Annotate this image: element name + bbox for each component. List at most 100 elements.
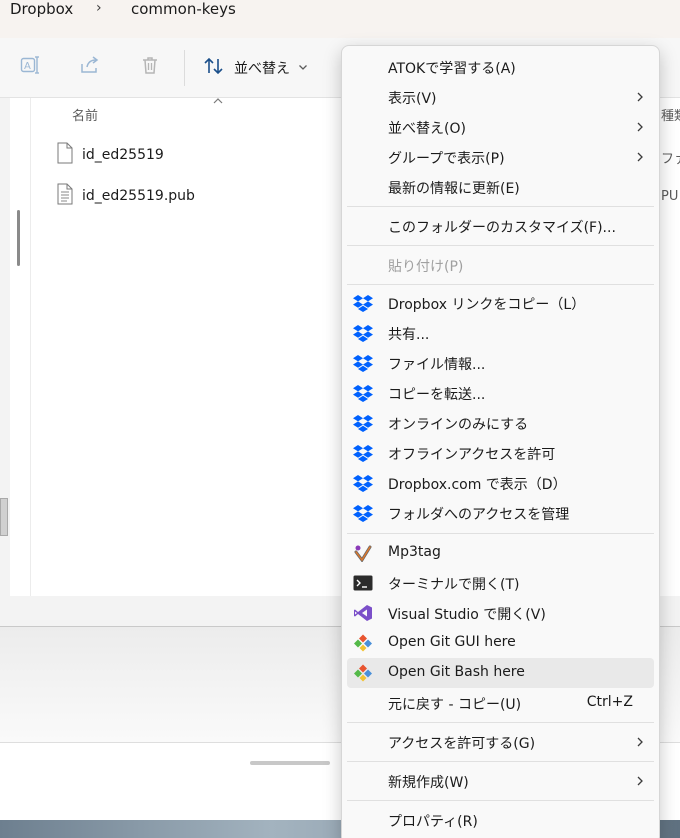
menu-item-shortcut: Ctrl+Z [586, 694, 633, 710]
file-icon [56, 142, 74, 168]
menu-separator [347, 800, 654, 801]
mp3tag-icon [353, 544, 373, 562]
file-name: id_ed25519.pub [82, 188, 195, 204]
git-icon [353, 664, 373, 682]
breadcrumb: Dropbox › common-keys [0, 0, 680, 38]
share-button[interactable] [73, 50, 107, 84]
menu-separator [347, 722, 654, 723]
menu-item-group-by[interactable]: グループで表示(P) [347, 142, 654, 172]
menu-item-dropbox-online-only[interactable]: オンラインのみにする [347, 408, 654, 438]
menu-item-label: アクセスを許可する(G) [388, 736, 536, 752]
breadcrumb-separator: › [96, 0, 102, 16]
menu-item-label: Dropbox リンクをコピー（L） [388, 297, 586, 313]
file-type-cell: PU [661, 189, 679, 204]
menu-item-git-bash[interactable]: Open Git Bash here [347, 658, 654, 688]
dropbox-icon [353, 474, 373, 492]
text-file-icon [56, 183, 74, 209]
menu-item-label: フォルダへのアクセスを管理 [388, 507, 570, 523]
menu-item-sort[interactable]: 並べ替え(O) [347, 112, 654, 142]
menu-item-label: Visual Studio で開く(V) [388, 607, 546, 623]
delete-button[interactable] [133, 50, 167, 84]
menu-item-dropbox-share[interactable]: 共有... [347, 318, 654, 348]
menu-item-dropbox-manage-access[interactable]: フォルダへのアクセスを管理 [347, 498, 654, 528]
menu-item-dropbox-offline-access[interactable]: オフラインアクセスを許可 [347, 438, 654, 468]
menu-separator [347, 284, 654, 285]
chevron-right-icon [636, 736, 644, 752]
menu-item-customize-folder[interactable]: このフォルダーのカスタマイズ(F)... [347, 211, 654, 241]
svg-text:A: A [24, 61, 31, 72]
menu-item-label: Open Git Bash here [388, 664, 525, 680]
menu-item-label: ATOKで学習する(A) [388, 61, 516, 77]
context-menu: ATOKで学習する(A) 表示(V) 並べ替え(O) グループで表示(P) 最新… [341, 45, 660, 838]
navigation-scrollbar[interactable] [17, 210, 20, 266]
file-row[interactable]: id_ed25519.pub [56, 183, 195, 209]
menu-item-atok-learn[interactable]: ATOKで学習する(A) [347, 52, 654, 82]
menu-item-label: このフォルダーのカスタマイズ(F)... [388, 220, 616, 236]
menu-item-label: 共有... [388, 327, 430, 343]
file-row[interactable]: id_ed25519 [56, 142, 164, 168]
menu-item-dropbox-transfer[interactable]: コピーを転送... [347, 378, 654, 408]
menu-item-label: 最新の情報に更新(E) [388, 181, 520, 197]
dropbox-icon [353, 504, 373, 522]
menu-separator [347, 245, 654, 246]
menu-item-label: 表示(V) [388, 91, 437, 107]
menu-item-label: オンラインのみにする [388, 417, 529, 433]
rename-button[interactable]: A [14, 50, 48, 84]
sort-ascending-icon [212, 94, 224, 109]
menu-item-label: コピーを転送... [388, 387, 486, 403]
column-header-name[interactable]: 名前 [72, 105, 98, 124]
menu-separator [347, 761, 654, 762]
menu-item-open-visual-studio[interactable]: Visual Studio で開く(V) [347, 598, 654, 628]
menu-item-undo-copy[interactable]: 元に戻す - コピー(U) Ctrl+Z [347, 688, 654, 718]
menu-item-refresh[interactable]: 最新の情報に更新(E) [347, 172, 654, 202]
dropbox-icon [353, 354, 373, 372]
menu-item-paste: 貼り付け(P) [347, 250, 654, 280]
menu-item-dropbox-copy-link[interactable]: Dropbox リンクをコピー（L） [347, 288, 654, 318]
pane-divider [30, 98, 31, 596]
chevron-right-icon [636, 151, 644, 167]
terminal-icon [353, 574, 373, 592]
menu-item-properties[interactable]: プロパティ(R) [347, 805, 654, 835]
scroll-tab[interactable] [0, 498, 8, 536]
column-header-type[interactable]: 種類 [661, 105, 680, 124]
menu-separator [347, 206, 654, 207]
dropbox-icon [353, 384, 373, 402]
dropbox-icon [353, 444, 373, 462]
menu-item-dropbox-view-web[interactable]: Dropbox.com で表示（D） [347, 468, 654, 498]
rename-icon: A [20, 55, 42, 79]
menu-item-dropbox-file-info[interactable]: ファイル情報... [347, 348, 654, 378]
menu-item-label: ファイル情報... [388, 357, 486, 373]
horizontal-scrollbar[interactable] [250, 761, 330, 765]
menu-item-label: 並べ替え(O) [388, 121, 466, 137]
sort-label: 並べ替え [234, 61, 290, 77]
chevron-right-icon [636, 775, 644, 791]
toolbar-separator [184, 50, 185, 86]
dropbox-icon [353, 414, 373, 432]
chevron-down-icon [298, 61, 308, 76]
menu-item-open-terminal[interactable]: ターミナルで開く(T) [347, 568, 654, 598]
menu-separator [347, 533, 654, 534]
breadcrumb-item-dropbox[interactable]: Dropbox [10, 0, 73, 18]
menu-item-view[interactable]: 表示(V) [347, 82, 654, 112]
menu-item-git-gui[interactable]: Open Git GUI here [347, 628, 654, 658]
menu-item-label: Open Git GUI here [388, 634, 516, 650]
trash-icon [140, 55, 160, 79]
file-type-cell: ファ [661, 152, 680, 167]
menu-item-label: Dropbox.com で表示（D） [388, 477, 567, 493]
chevron-right-icon [636, 91, 644, 107]
menu-item-label: グループで表示(P) [388, 151, 505, 167]
menu-item-label: Mp3tag [388, 544, 441, 560]
dropbox-icon [353, 294, 373, 312]
share-icon [79, 55, 101, 79]
menu-item-label: ターミナルで開く(T) [388, 577, 520, 593]
dropbox-icon [353, 324, 373, 342]
menu-item-mp3tag[interactable]: Mp3tag [347, 538, 654, 568]
menu-item-give-access[interactable]: アクセスを許可する(G) [347, 727, 654, 757]
breadcrumb-item-common-keys[interactable]: common-keys [131, 0, 236, 18]
chevron-right-icon [636, 121, 644, 137]
git-icon [353, 634, 373, 652]
menu-item-label: オフラインアクセスを許可 [388, 447, 556, 463]
menu-item-label: 元に戻す - コピー(U) [388, 697, 522, 713]
sort-button[interactable]: 並べ替え [196, 52, 314, 84]
menu-item-new[interactable]: 新規作成(W) [347, 766, 654, 796]
